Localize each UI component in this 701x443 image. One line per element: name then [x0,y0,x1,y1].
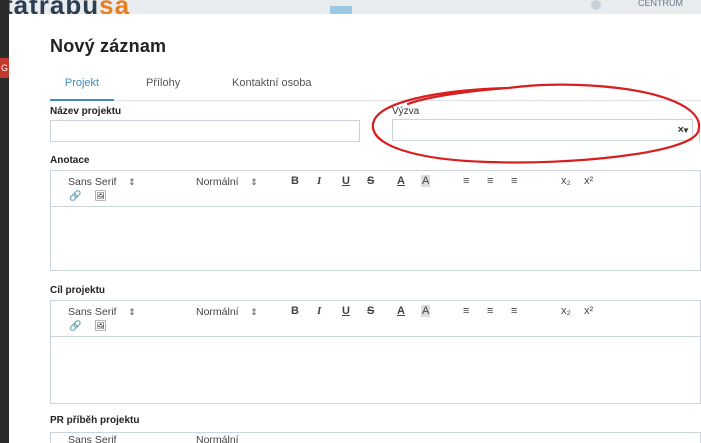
font-select[interactable]: Sans Serif ⇕ [68,306,136,318]
project-name-input[interactable] [50,120,360,142]
user-avatar-icon[interactable] [591,0,601,10]
bullet-list-icon[interactable]: ≡ [463,175,469,187]
link-icon[interactable]: 🔗 [69,191,81,202]
vyzva-label: Výzva [392,106,420,117]
anotace-editor: Sans Serif ⇕ Normální ⇕ B I U S A A ≡ ≡ … [50,170,701,271]
strike-button[interactable]: S [367,175,374,187]
tab-bar: Projekt Přílohy Kontaktní osoba [50,76,701,101]
text-color-button[interactable]: A [397,305,405,317]
editor-toolbar: Sans Serif ⇕ Normální ⇕ B I U S A A ≡ ≡ … [51,171,700,207]
background-color-button[interactable]: A [421,175,431,187]
insert-row: 🔗 🖼 [69,321,107,332]
new-record-modal: Nový záznam Projekt Přílohy Kontaktní os… [36,14,701,443]
italic-button[interactable]: I [317,305,321,317]
align-icon[interactable]: ≡ [511,175,517,187]
image-icon[interactable]: 🖼 [94,191,107,202]
strike-button[interactable]: S [367,305,374,317]
user-label[interactable]: CENTRUM [638,0,683,8]
underline-button[interactable]: U [342,175,350,187]
header-indicator [330,6,352,14]
ordered-list-icon[interactable]: ≡ [487,305,493,317]
subscript-button[interactable]: x₂ [561,175,571,187]
modal-title: Nový záznam [50,36,167,56]
app-header: tatrabusa CENTRUM [0,0,701,14]
pr-pribeh-label: PR příběh projektu [50,415,140,426]
insert-row: 🔗 🖼 [69,191,107,202]
anotace-editor-body[interactable] [51,207,700,267]
cil-projektu-editor-body[interactable] [51,337,700,397]
italic-button[interactable]: I [317,175,321,187]
chevron-down-icon[interactable]: ▼ [682,126,690,135]
superscript-button[interactable]: x² [584,175,593,187]
cil-projektu-label: Cíl projektu [50,285,106,296]
vyzva-select[interactable]: × [392,119,693,141]
tab-projekt[interactable]: Projekt [50,76,114,101]
bold-button[interactable]: B [291,175,299,187]
tab-prilohy[interactable]: Přílohy [146,76,180,101]
image-icon[interactable]: 🖼 [94,321,107,332]
superscript-button[interactable]: x² [584,305,593,317]
cil-projektu-editor: Sans Serif ⇕ Normální ⇕ B I U S A A ≡ ≡ … [50,300,701,404]
sidebar-chip[interactable]: G [0,58,9,78]
bold-button[interactable]: B [291,305,299,317]
size-select[interactable]: Normální ⇕ [196,306,258,318]
tab-kontaktni-osoba[interactable]: Kontaktní osoba [232,76,312,101]
anotace-label: Anotace [50,155,90,166]
font-select[interactable]: Sans Serif [68,434,116,443]
size-select[interactable]: Normální [196,434,239,443]
ordered-list-icon[interactable]: ≡ [487,175,493,187]
project-name-label: Název projektu [50,106,122,117]
link-icon[interactable]: 🔗 [69,321,81,332]
align-icon[interactable]: ≡ [511,305,517,317]
app-sidebar: G [0,0,9,443]
subscript-button[interactable]: x₂ [561,305,571,317]
editor-toolbar: Sans Serif ⇕ Normální ⇕ B I U S A A ≡ ≡ … [51,301,700,337]
background-color-button[interactable]: A [421,305,431,317]
pr-pribeh-editor: Sans Serif Normální [50,432,701,443]
size-select[interactable]: Normální ⇕ [196,176,258,188]
font-select[interactable]: Sans Serif ⇕ [68,176,136,188]
bullet-list-icon[interactable]: ≡ [463,305,469,317]
underline-button[interactable]: U [342,305,350,317]
text-color-button[interactable]: A [397,175,405,187]
app-logo[interactable]: tatrabusa [4,0,130,14]
